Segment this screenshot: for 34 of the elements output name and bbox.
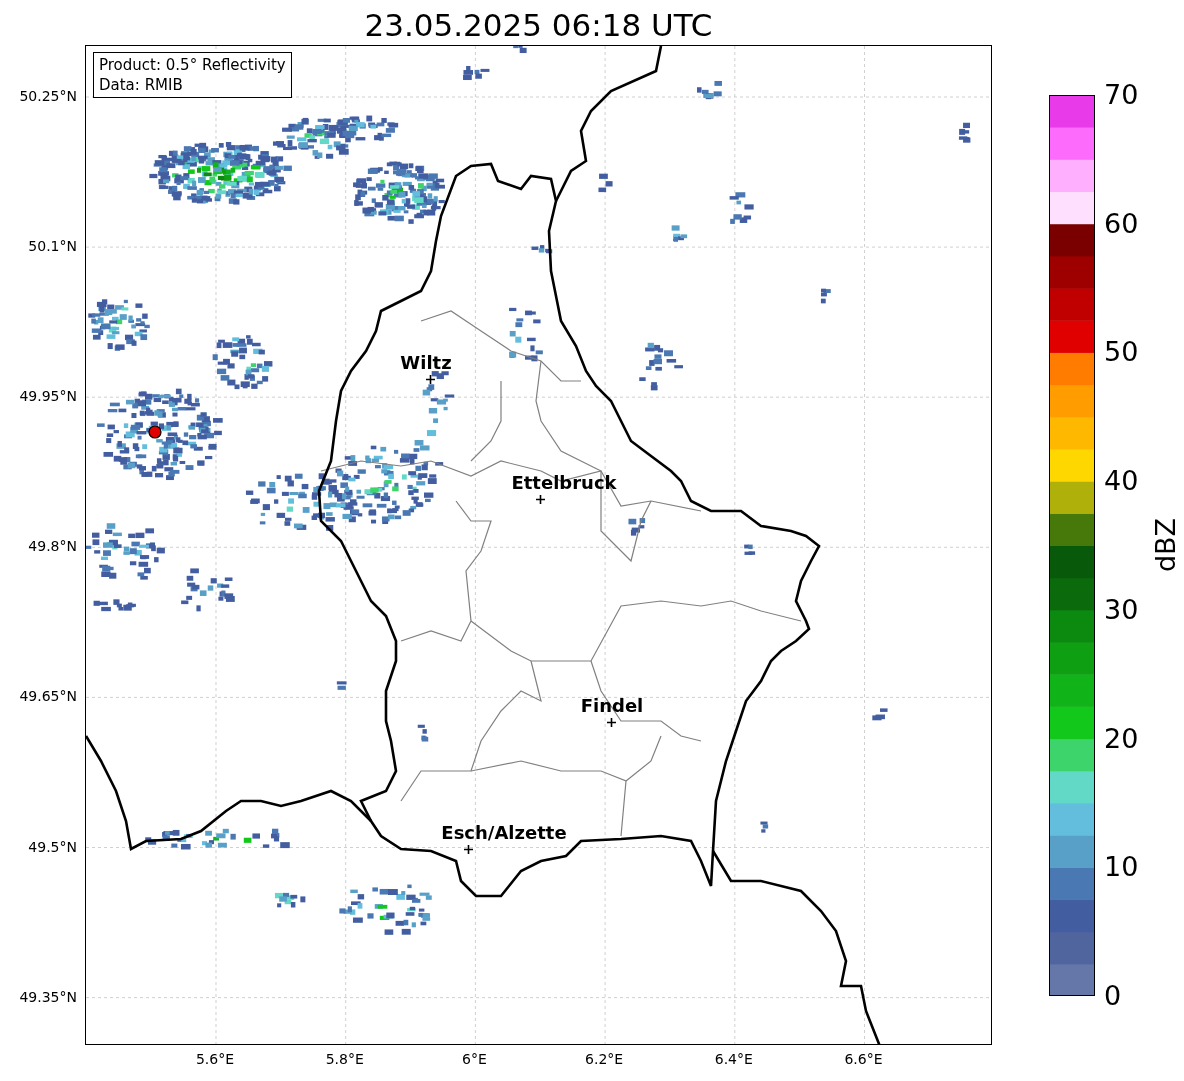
colorbar-tick-label: 60 <box>1104 208 1139 239</box>
city-label: Ettelbruck <box>511 473 617 493</box>
colorbar-tick-label: 30 <box>1104 594 1139 625</box>
product-text: Product: 0.5° Reflectivity <box>99 55 286 75</box>
colorbar-tick-label: 70 <box>1104 80 1139 110</box>
colorbar-tick-label: 50 <box>1104 337 1139 368</box>
axis-tick-label: 6.6°E <box>844 1051 883 1067</box>
city-marker-icon <box>535 494 545 504</box>
axis-tick-label: 6°E <box>462 1051 487 1067</box>
axis-tick-label: 50.1°N <box>28 238 77 255</box>
axis-tick-label: 49.5°N <box>28 838 77 855</box>
axis-tick-label: 49.95°N <box>19 388 77 405</box>
axis-tick-label: 6.2°E <box>585 1051 624 1067</box>
colorbar-tick-label: 40 <box>1104 466 1139 497</box>
radar-site-icon <box>148 425 162 439</box>
colorbar-label: dBZ <box>1150 517 1181 573</box>
data-source-text: Data: RMIB <box>99 75 184 95</box>
axis-tick-label: 49.8°N <box>28 538 77 555</box>
city-marker-icon <box>463 844 473 854</box>
axis-tick-label: 50.25°N <box>19 88 77 104</box>
city-label: Esch/Alzette <box>441 823 567 843</box>
axis-tick-label: 5.8°E <box>325 1051 364 1067</box>
city-label: Wiltz <box>400 353 452 373</box>
colorbar-tick-label: 0 <box>1104 981 1122 1011</box>
axis-tick-label: 6.4°E <box>714 1051 753 1067</box>
axis-tick-label: 49.65°N <box>19 688 77 705</box>
city-marker-icon <box>606 717 616 727</box>
city-label: Findel <box>580 696 644 716</box>
colorbar-tick-label: 10 <box>1104 852 1139 883</box>
axis-tick-label: 5.6°E <box>195 1051 235 1067</box>
city-marker-icon <box>425 374 435 384</box>
chart-title: 23.05.2025 06:18 UTC <box>364 6 713 45</box>
axis-tick-label: 49.35°N <box>19 988 77 1005</box>
colorbar-tick-label: 20 <box>1104 723 1139 754</box>
